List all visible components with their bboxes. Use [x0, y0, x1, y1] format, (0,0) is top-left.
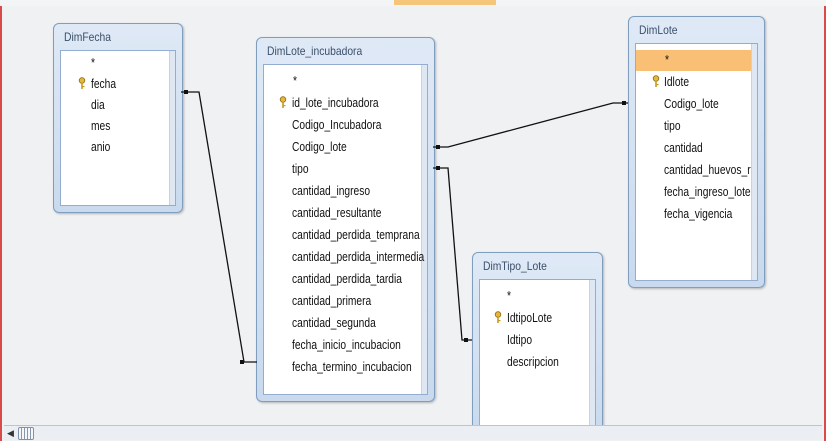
field-row[interactable]: cantidad_perdida_intermedia	[264, 247, 424, 268]
field-row[interactable]: id_lote_incubadora	[264, 93, 421, 114]
field-list[interactable]: * fecha dia mes anio	[60, 50, 176, 206]
field-row[interactable]: fecha_inicio_incubacion	[264, 335, 421, 356]
table-title: DimLote_incubadora	[267, 44, 363, 58]
field-row[interactable]: cantidad_primera	[264, 291, 421, 312]
table-title: DimLote	[639, 23, 678, 37]
field-row[interactable]: descripcion	[480, 352, 589, 373]
field-row[interactable]: *	[264, 71, 421, 92]
key-icon	[279, 96, 287, 108]
table-title: DimFecha	[64, 30, 112, 44]
field-row[interactable]: Codigo_Incubadora	[264, 115, 421, 136]
field-row[interactable]: Codigo_lote	[636, 94, 751, 115]
field-row[interactable]: fecha_ingreso_lote	[636, 182, 751, 203]
field-row[interactable]: cantidad_huevos_rot	[636, 160, 751, 181]
field-row[interactable]: cantidad_ingreso	[264, 181, 421, 202]
field-row[interactable]: Codigo_lote	[264, 137, 421, 158]
field-list-scrollbar[interactable]	[751, 44, 757, 280]
table-dimlote[interactable]: DimLote * Idlote Codigo_lote tipo cantid…	[628, 16, 765, 288]
active-tab-accent	[394, 0, 496, 5]
field-row-selected[interactable]: *	[636, 50, 751, 71]
field-list[interactable]: * IdtipoLote Idtipo descripcion	[479, 279, 596, 437]
field-row[interactable]: fecha_vigencia	[636, 204, 751, 225]
field-row[interactable]: cantidad_resultante	[264, 203, 421, 224]
field-row[interactable]: mes	[61, 116, 169, 137]
field-row[interactable]: fecha	[61, 74, 169, 95]
field-row[interactable]: IdtipoLote	[480, 308, 589, 329]
table-dimfecha[interactable]: DimFecha * fecha dia mes anio	[53, 23, 183, 213]
key-icon	[78, 77, 86, 89]
table-dimlote-incubadora[interactable]: DimLote_incubadora * id_lote_incubadora …	[256, 37, 435, 402]
field-row[interactable]: cantidad_segunda	[264, 313, 421, 334]
key-icon	[652, 75, 660, 87]
field-row[interactable]: *	[61, 53, 169, 74]
field-row[interactable]: *	[480, 286, 589, 307]
field-list-scrollbar[interactable]	[421, 65, 427, 394]
table-dimtipo-lote[interactable]: DimTipo_Lote * IdtipoLote Idtipo descrip…	[472, 252, 603, 437]
field-row[interactable]: dia	[61, 95, 169, 116]
field-row[interactable]: cantidad_perdida_temprana	[264, 225, 421, 246]
field-row[interactable]: cantidad	[636, 138, 751, 159]
field-row[interactable]: anio	[61, 137, 169, 158]
top-strip	[0, 0, 826, 6]
field-list[interactable]: * Idlote Codigo_lote tipo cantidad canti…	[635, 43, 758, 281]
field-row[interactable]: tipo	[636, 116, 751, 137]
field-row[interactable]: tipo	[264, 159, 421, 180]
scrollbar-thumb[interactable]	[18, 427, 34, 440]
field-row[interactable]: Idtipo	[480, 330, 589, 351]
key-icon	[494, 311, 502, 323]
table-title: DimTipo_Lote	[483, 259, 547, 273]
horizontal-scrollbar[interactable]: ◀	[4, 425, 822, 440]
field-row[interactable]: Idlote	[636, 72, 751, 93]
field-row[interactable]: cantidad_perdida_tardia	[264, 269, 421, 290]
field-list[interactable]: * id_lote_incubadora Codigo_Incubadora C…	[263, 64, 428, 395]
field-list-scrollbar[interactable]	[589, 280, 595, 436]
field-row[interactable]: fecha_termino_incubacion	[264, 357, 421, 378]
scroll-left-arrow-icon[interactable]: ◀	[7, 428, 17, 438]
field-list-scrollbar[interactable]	[169, 51, 175, 205]
